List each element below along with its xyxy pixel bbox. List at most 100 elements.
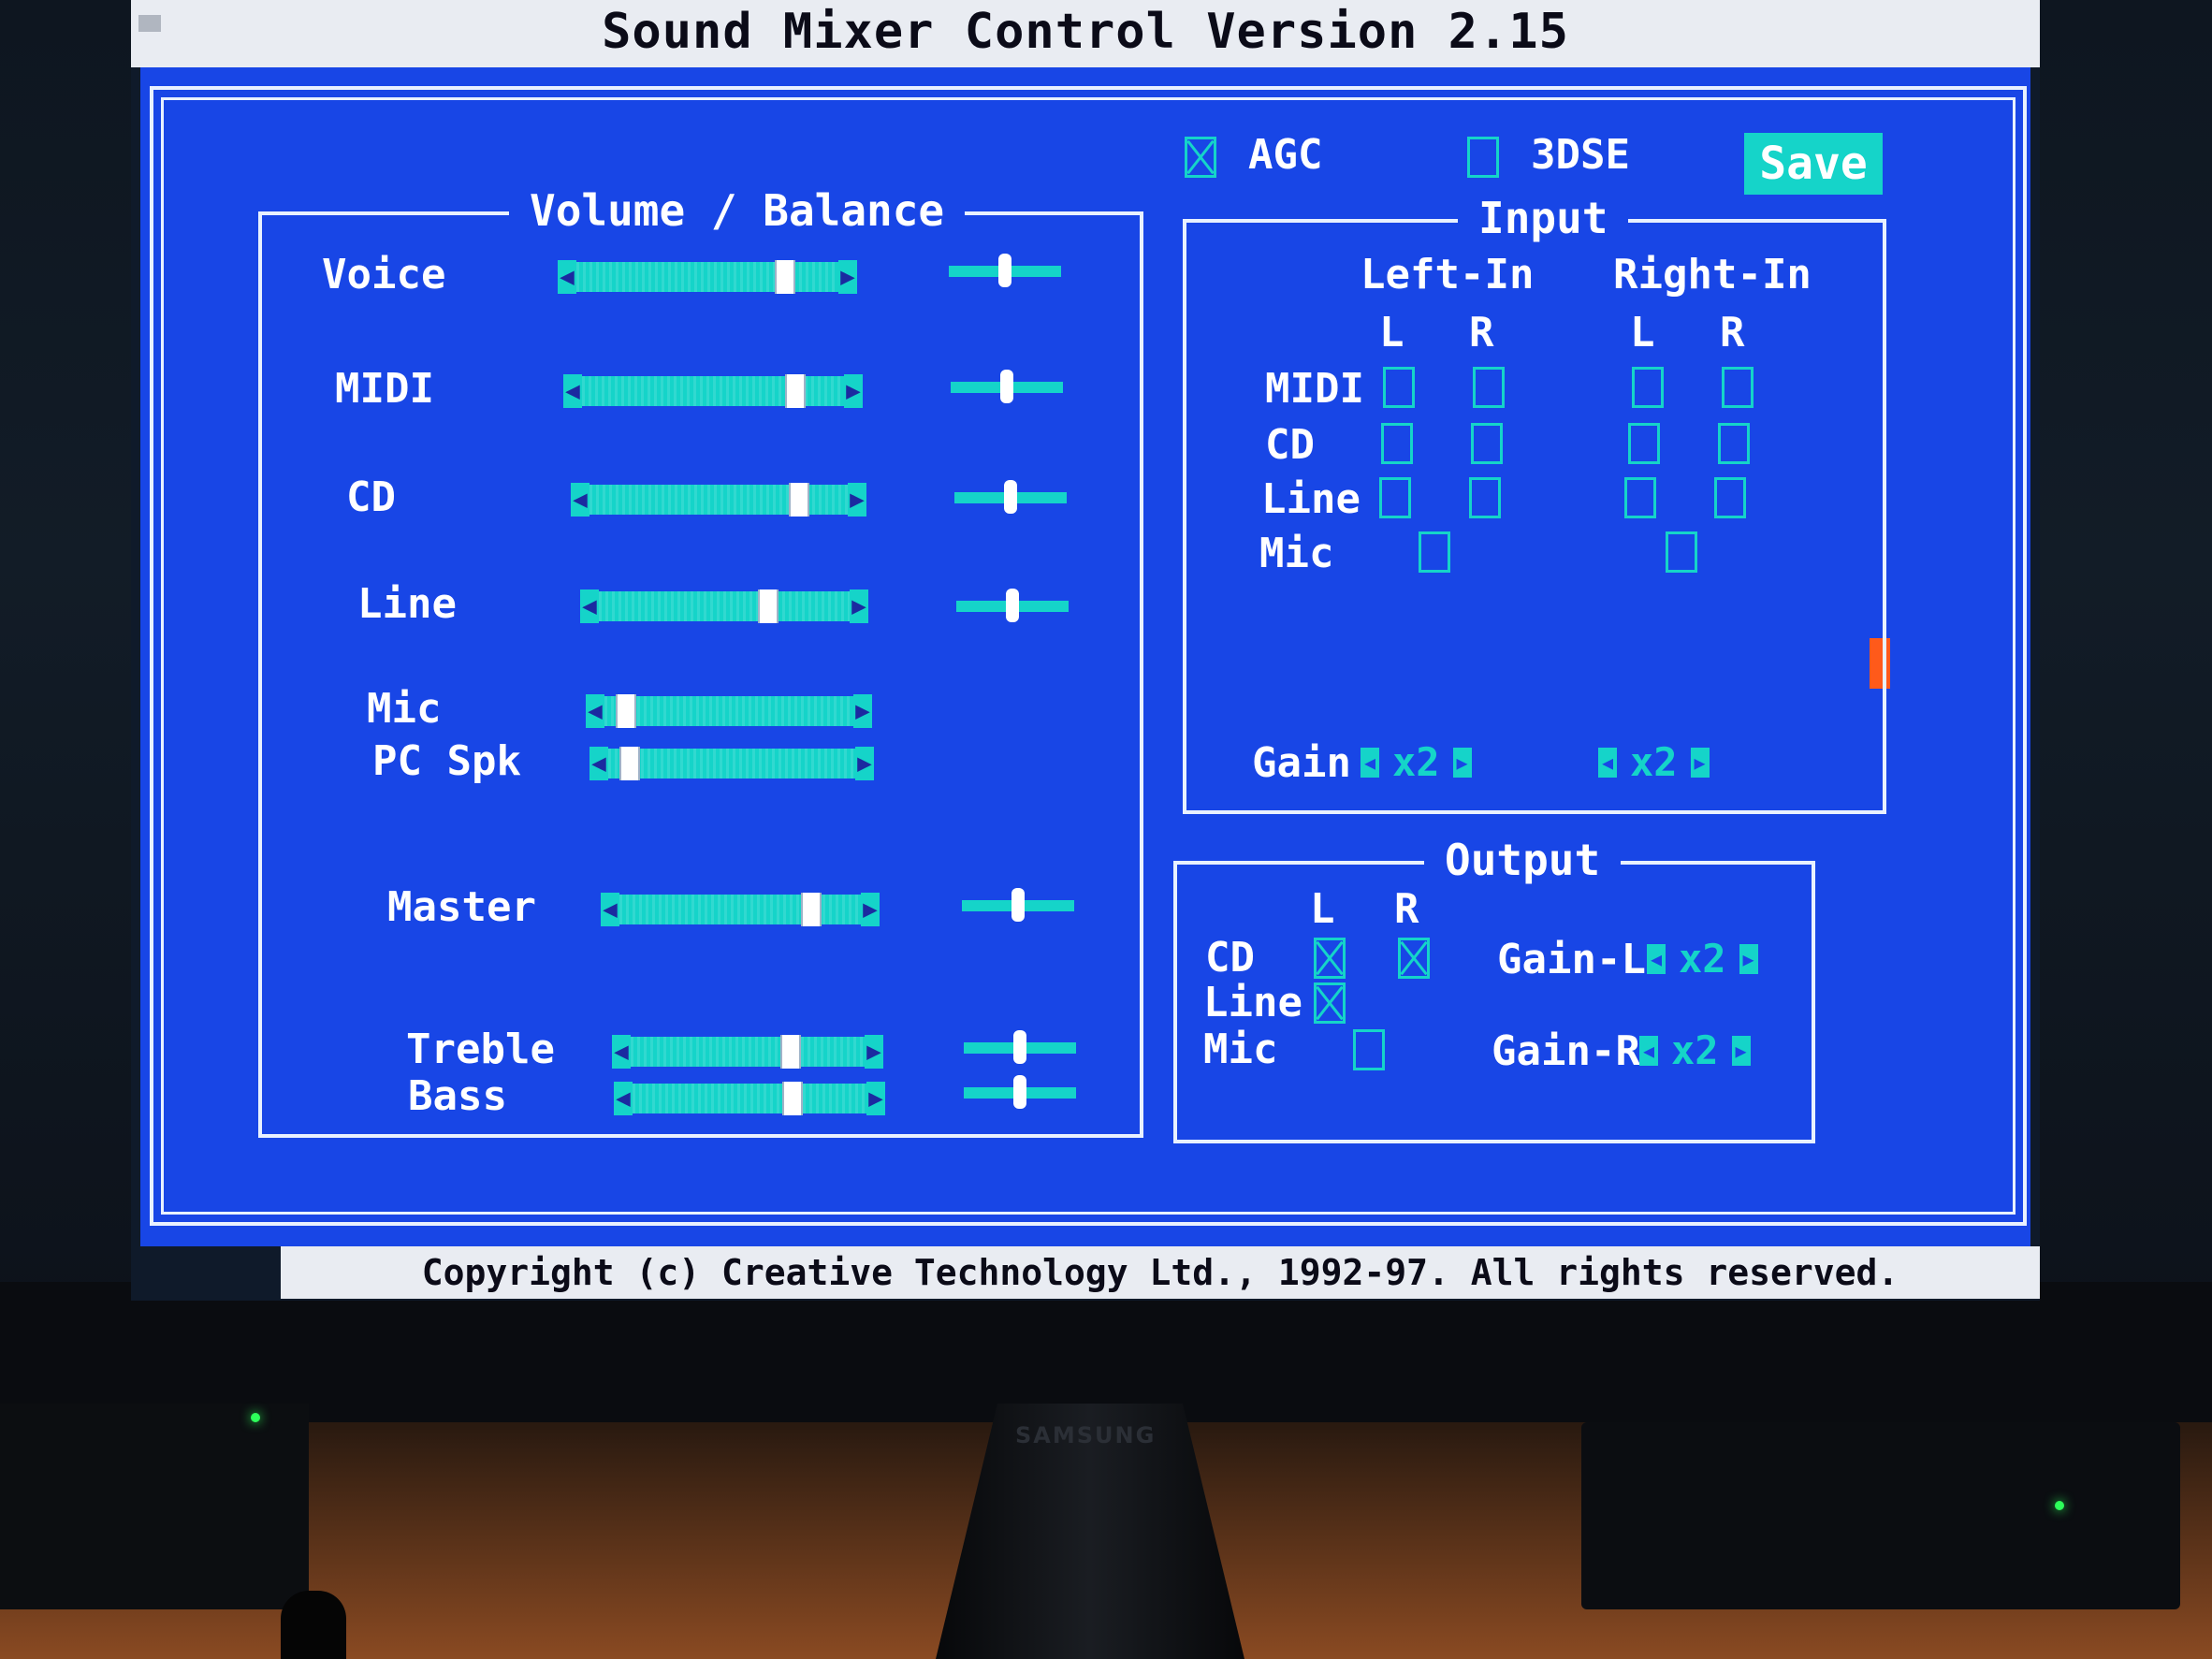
volume-label-line: Line	[357, 580, 457, 628]
gain-left-decrease-icon[interactable]: ◀	[1361, 747, 1379, 778]
input-line-right-in-l-checkbox[interactable]	[1624, 477, 1656, 518]
volume-slider-voice[interactable]: ◀ ▶	[558, 260, 857, 294]
save-button[interactable]: Save	[1744, 133, 1883, 195]
3dse-label: 3DSE	[1531, 131, 1630, 179]
input-line-right-in-r-checkbox[interactable]	[1714, 477, 1746, 518]
input-cd-left-in-r-checkbox[interactable]	[1471, 423, 1503, 464]
volume-slider-mic[interactable]: ◀ ▶	[586, 694, 872, 728]
input-line-left-in-r-checkbox[interactable]	[1469, 477, 1501, 518]
output-gain-l-label: Gain-L	[1497, 936, 1646, 983]
volume-increase-cd-icon[interactable]: ▶	[848, 483, 866, 517]
gain-r-increase-icon[interactable]: ▶	[1731, 1035, 1751, 1066]
volume-thumb-midi[interactable]	[785, 374, 806, 408]
volume-thumb-master[interactable]	[801, 893, 822, 926]
volume-increase-line-icon[interactable]: ▶	[850, 589, 868, 623]
output-gain-r[interactable]: ◀ x2 ▶	[1639, 1027, 1751, 1073]
output-gain-l[interactable]: ◀ x2 ▶	[1647, 936, 1758, 982]
input-gain-right[interactable]: ◀ x2 ▶	[1598, 739, 1710, 785]
balance-knob-master[interactable]	[1011, 888, 1025, 922]
volume-thumb-cd[interactable]	[789, 483, 809, 517]
balance-knob-line[interactable]	[1006, 589, 1019, 622]
input-midi-right-in-r-checkbox[interactable]	[1722, 367, 1754, 408]
output-cd-r-checkbox[interactable]	[1398, 938, 1430, 979]
volume-decrease-cd-icon[interactable]: ◀	[571, 483, 589, 517]
balance-slider-line[interactable]	[956, 589, 1069, 622]
3dse-checkbox[interactable]	[1467, 137, 1499, 178]
balance-knob-cd[interactable]	[1004, 480, 1017, 514]
volume-increase-pc-spk-icon[interactable]: ▶	[855, 747, 874, 780]
input-gain-left[interactable]: ◀ x2 ▶	[1361, 739, 1472, 785]
input-cd-right-in-r-checkbox[interactable]	[1718, 423, 1750, 464]
balance-slider-bass[interactable]	[964, 1075, 1076, 1109]
volume-increase-voice-icon[interactable]: ▶	[838, 260, 857, 294]
gain-l-increase-icon[interactable]: ▶	[1739, 943, 1758, 974]
volume-thumb-line[interactable]	[758, 589, 779, 623]
volume-thumb-voice[interactable]	[775, 260, 795, 294]
volume-track-treble[interactable]	[631, 1037, 865, 1067]
volume-label-treble: Treble	[406, 1026, 555, 1073]
volume-slider-midi[interactable]: ◀ ▶	[563, 374, 863, 408]
input-midi-right-in-l-checkbox[interactable]	[1632, 367, 1664, 408]
input-line-left-in-l-checkbox[interactable]	[1379, 477, 1411, 518]
input-mic-left-in-checkbox[interactable]	[1419, 531, 1450, 573]
volume-slider-cd[interactable]: ◀ ▶	[571, 483, 866, 517]
volume-slider-bass[interactable]: ◀ ▶	[614, 1082, 885, 1115]
volume-decrease-master-icon[interactable]: ◀	[601, 893, 619, 926]
output-cd-l-checkbox[interactable]	[1314, 938, 1346, 979]
volume-decrease-midi-icon[interactable]: ◀	[563, 374, 582, 408]
volume-increase-midi-icon[interactable]: ▶	[844, 374, 863, 408]
input-midi-left-in-r-checkbox[interactable]	[1473, 367, 1505, 408]
input-label-mic: Mic	[1259, 530, 1334, 577]
copyright-bar: Copyright (c) Creative Technology Ltd., …	[281, 1246, 2040, 1299]
volume-decrease-mic-icon[interactable]: ◀	[586, 694, 604, 728]
volume-track-master[interactable]	[619, 895, 861, 924]
balance-slider-voice[interactable]	[949, 254, 1061, 287]
input-cd-left-in-l-checkbox[interactable]	[1381, 423, 1413, 464]
gain-right-decrease-icon[interactable]: ◀	[1598, 747, 1617, 778]
volume-increase-treble-icon[interactable]: ▶	[865, 1035, 883, 1069]
volume-slider-treble[interactable]: ◀ ▶	[612, 1035, 883, 1069]
volume-increase-bass-icon[interactable]: ▶	[866, 1082, 885, 1115]
volume-thumb-mic[interactable]	[616, 694, 636, 728]
volume-slider-master[interactable]: ◀ ▶	[601, 893, 880, 926]
device-led	[2055, 1501, 2064, 1510]
volume-thumb-treble[interactable]	[780, 1035, 801, 1069]
volume-label-cd: CD	[346, 473, 396, 521]
balance-slider-treble[interactable]	[964, 1030, 1076, 1064]
gain-left-increase-icon[interactable]: ▶	[1452, 747, 1472, 778]
input-midi-left-in-l-checkbox[interactable]	[1383, 367, 1415, 408]
balance-slider-cd[interactable]	[954, 480, 1067, 514]
gain-l-decrease-icon[interactable]: ◀	[1647, 943, 1666, 974]
volume-decrease-treble-icon[interactable]: ◀	[612, 1035, 631, 1069]
balance-slider-midi[interactable]	[951, 370, 1063, 403]
balance-knob-voice[interactable]	[998, 254, 1011, 287]
output-line-l-checkbox[interactable]	[1314, 982, 1346, 1024]
volume-decrease-pc-spk-icon[interactable]: ◀	[589, 747, 608, 780]
volume-track-pc-spk[interactable]	[608, 749, 855, 779]
balance-knob-midi[interactable]	[1000, 370, 1013, 403]
right-in-l-header: L	[1630, 309, 1655, 357]
volume-increase-master-icon[interactable]: ▶	[861, 893, 880, 926]
volume-track-mic[interactable]	[604, 696, 853, 726]
output-mic-l-checkbox[interactable]	[1353, 1029, 1385, 1070]
gain-right-increase-icon[interactable]: ▶	[1690, 747, 1710, 778]
balance-slider-master[interactable]	[962, 888, 1074, 922]
volume-track-bass[interactable]	[633, 1084, 866, 1113]
volume-thumb-pc-spk[interactable]	[619, 747, 640, 780]
volume-decrease-voice-icon[interactable]: ◀	[558, 260, 576, 294]
volume-thumb-bass[interactable]	[782, 1082, 803, 1115]
volume-slider-line[interactable]: ◀ ▶	[580, 589, 868, 623]
balance-knob-bass[interactable]	[1013, 1075, 1026, 1109]
volume-decrease-bass-icon[interactable]: ◀	[614, 1082, 633, 1115]
volume-decrease-line-icon[interactable]: ◀	[580, 589, 599, 623]
gain-r-decrease-icon[interactable]: ◀	[1639, 1035, 1658, 1066]
input-cd-right-in-l-checkbox[interactable]	[1628, 423, 1660, 464]
agc-checkbox[interactable]	[1185, 137, 1216, 178]
volume-increase-mic-icon[interactable]: ▶	[853, 694, 872, 728]
volume-track-voice[interactable]	[576, 262, 838, 292]
balance-knob-treble[interactable]	[1013, 1030, 1026, 1064]
volume-track-line[interactable]	[599, 591, 850, 621]
input-mic-right-in-checkbox[interactable]	[1666, 531, 1697, 573]
volume-balance-panel: Volume / Balance	[258, 185, 1143, 1138]
volume-slider-pc-spk[interactable]: ◀ ▶	[589, 747, 874, 780]
